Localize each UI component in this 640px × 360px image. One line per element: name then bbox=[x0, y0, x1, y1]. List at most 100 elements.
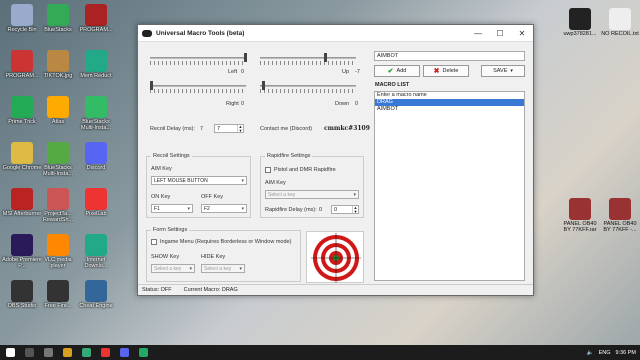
taskbar-app-icon[interactable] bbox=[82, 348, 91, 357]
desktop-icon[interactable]: NO RECOIL.txt bbox=[600, 8, 640, 37]
desktop-icon[interactable]: Google Chrome bbox=[2, 142, 42, 171]
desktop-app-icon bbox=[85, 280, 107, 302]
add-macro-button[interactable]: ✔ Add bbox=[374, 65, 420, 77]
desktop-icon-label: Google Chrome bbox=[2, 165, 42, 171]
left-slider[interactable] bbox=[150, 57, 246, 59]
ingame-menu-label: Ingame Menu (Requires Borderless or Wind… bbox=[160, 239, 292, 245]
rapidfire-delay-spinner[interactable]: 0 ▲ ▼ bbox=[331, 205, 359, 214]
desktop-icon[interactable]: Internet Downlo... bbox=[76, 234, 116, 270]
macro-list-item[interactable]: DRAG bbox=[375, 99, 524, 106]
right-slider-ticks bbox=[150, 89, 246, 93]
recoil-aim-key-value: LEFT MOUSE BUTTON bbox=[154, 178, 208, 184]
volume-icon[interactable]: 🔈 bbox=[587, 350, 594, 356]
search-icon[interactable] bbox=[25, 348, 34, 357]
off-key-select[interactable]: F2 ▾ bbox=[201, 204, 247, 213]
hide-key-placeholder: Select a key bbox=[204, 266, 232, 272]
desktop-icon-label: PANEL OB40 BY 77KFF -... bbox=[603, 221, 637, 234]
desktop-icon[interactable]: BlueStacks Multi-Insta... bbox=[38, 142, 78, 178]
target-icon bbox=[311, 233, 361, 283]
desktop-icon[interactable]: Prime Trick bbox=[2, 96, 42, 125]
up-slider[interactable] bbox=[260, 57, 356, 59]
desktop-icon[interactable]: OBS Studio bbox=[2, 280, 42, 309]
desktop-icon-label: Discord bbox=[86, 165, 106, 171]
desktop-icon[interactable]: PROGRAM... bbox=[2, 50, 42, 79]
recoil-delay-spinner[interactable]: 7 ▲ ▼ bbox=[214, 124, 244, 133]
left-slider-thumb[interactable] bbox=[244, 53, 247, 62]
taskbar-app-icon[interactable] bbox=[120, 348, 129, 357]
spinner-arrows-icon[interactable]: ▲ ▼ bbox=[352, 206, 358, 213]
desktop-icon[interactable]: PANEL OB40 BY 77KFF -... bbox=[600, 198, 640, 234]
desktop-icon-label: Free Fire... bbox=[44, 303, 72, 309]
on-key-label: ON Key bbox=[151, 194, 171, 200]
hide-key-select[interactable]: Select a key ▾ bbox=[201, 264, 245, 273]
desktop-icon[interactable]: Adobe Premiere P... bbox=[2, 234, 42, 270]
file-explorer-icon[interactable] bbox=[63, 348, 72, 357]
ingame-menu-checkbox[interactable] bbox=[151, 239, 157, 245]
rapidfire-aim-key-select[interactable]: Select a key ▾ bbox=[265, 190, 359, 199]
desktop-icon-label: Internet Downlo... bbox=[84, 257, 108, 270]
show-key-select[interactable]: Select a key ▾ bbox=[151, 264, 195, 273]
desktop-icon[interactable]: Cheat Engine bbox=[76, 280, 116, 309]
desktop-icon[interactable]: PROGRAM... bbox=[76, 4, 116, 33]
rapidfire-delay-spinner-value: 0 bbox=[334, 207, 338, 213]
macro-name-input[interactable]: AIMBOT bbox=[374, 51, 525, 61]
pistol-dmr-checkbox[interactable] bbox=[265, 167, 271, 173]
desktop-app-icon bbox=[11, 96, 33, 118]
macro-list[interactable]: Enter a macro name DRAG AIMBOT bbox=[374, 91, 525, 281]
right-label: Right bbox=[226, 101, 239, 107]
rapidfire-delay-value: 0 bbox=[319, 207, 323, 213]
up-slider-thumb[interactable] bbox=[324, 53, 327, 62]
desktop-icon[interactable]: Free Fire... bbox=[38, 280, 78, 309]
desktop-icon[interactable]: MSI Afterburner bbox=[2, 188, 42, 217]
right-slider-thumb[interactable] bbox=[150, 81, 153, 90]
macro-list-item[interactable]: Enter a macro name bbox=[375, 92, 524, 99]
desktop-icon[interactable]: Recycle Bin bbox=[2, 4, 42, 33]
delete-macro-button[interactable]: ✖ Delete bbox=[423, 65, 469, 77]
desktop-icon[interactable]: uwp378281... bbox=[560, 8, 600, 37]
desktop-icon[interactable]: BlueStacks Multi-Insta... bbox=[76, 96, 116, 132]
right-slider[interactable] bbox=[150, 85, 246, 87]
desktop-icon[interactable]: Mem Reduct bbox=[76, 50, 116, 79]
desktop-icon[interactable]: ProjectTa... RewardSh... bbox=[38, 188, 78, 224]
rapidfire-aim-key-placeholder: Select a key bbox=[268, 192, 296, 198]
check-icon: ✔ bbox=[387, 68, 394, 75]
recoil-aim-key-label: AIM Key bbox=[151, 166, 172, 172]
desktop-app-icon bbox=[11, 50, 33, 72]
on-key-select[interactable]: F1 ▾ bbox=[151, 204, 193, 213]
form-settings-title: Form Settings bbox=[151, 227, 190, 233]
task-view-icon[interactable] bbox=[44, 348, 53, 357]
show-key-label: SHOW Key bbox=[151, 254, 180, 260]
desktop-icon[interactable]: Discord bbox=[76, 142, 116, 171]
close-button[interactable]: ✕ bbox=[511, 25, 533, 42]
language-indicator[interactable]: ENG bbox=[599, 350, 611, 356]
recoil-aim-key-select[interactable]: LEFT MOUSE BUTTON ▾ bbox=[151, 176, 247, 185]
down-slider[interactable] bbox=[260, 85, 356, 87]
desktop-icon[interactable]: Atlas bbox=[38, 96, 78, 125]
desktop-icon[interactable]: VLC media player bbox=[38, 234, 78, 270]
desktop-icon[interactable]: PANEL OB40 BY 77KFF.rar bbox=[560, 198, 600, 234]
down-slider-ticks bbox=[260, 89, 356, 93]
title-bar[interactable]: Universal Macro Tools (beta) — ☐ ✕ bbox=[138, 25, 533, 42]
left-slider-ticks bbox=[150, 61, 246, 65]
desktop-app-icon bbox=[11, 188, 33, 210]
taskbar-app-icon[interactable] bbox=[101, 348, 110, 357]
taskbar-app-icon[interactable] bbox=[139, 348, 148, 357]
down-slider-thumb[interactable] bbox=[262, 81, 265, 90]
desktop-icon[interactable]: BlueStacks bbox=[38, 4, 78, 33]
chevron-down-icon: ▾ bbox=[239, 266, 242, 272]
maximize-button[interactable]: ☐ bbox=[489, 25, 511, 42]
desktop-icon-label: ProjectTa... RewardSh... bbox=[42, 211, 74, 224]
desktop-app-icon bbox=[11, 234, 33, 256]
spinner-arrows-icon[interactable]: ▲ ▼ bbox=[237, 125, 243, 132]
minimize-button[interactable]: — bbox=[467, 25, 489, 42]
save-label: SAVE bbox=[493, 68, 508, 74]
clock[interactable]: 9:36 PM bbox=[616, 350, 636, 356]
save-button[interactable]: SAVE ▾ bbox=[481, 65, 525, 77]
chevron-down-icon: ▾ bbox=[241, 178, 244, 184]
macro-list-title: MACRO LIST bbox=[375, 82, 410, 88]
show-key-placeholder: Select a key bbox=[154, 266, 182, 272]
desktop-icon[interactable]: PixelLab bbox=[76, 188, 116, 217]
desktop-icon[interactable]: TIKTOK.jpg bbox=[38, 50, 78, 79]
start-button[interactable] bbox=[6, 348, 15, 357]
macro-list-item[interactable]: AIMBOT bbox=[375, 106, 524, 113]
